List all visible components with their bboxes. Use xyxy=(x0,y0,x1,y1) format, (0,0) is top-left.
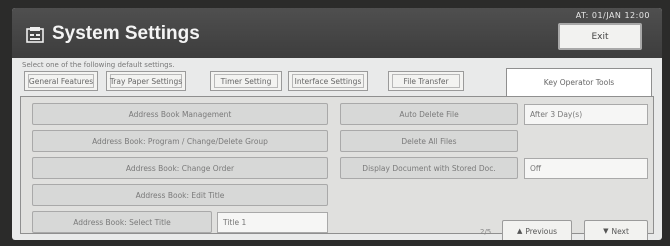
tab-general-features[interactable]: General Features xyxy=(24,71,98,91)
status-text: AT: 01/JAN 12:00 xyxy=(575,11,650,20)
auto-delete-file-value: After 3 Day(s) xyxy=(524,104,648,125)
tab-label: File Transfer xyxy=(392,74,460,88)
page-title: System Settings xyxy=(52,23,200,44)
address-book-group-button[interactable]: Address Book: Program / Change/Delete Gr… xyxy=(32,130,328,152)
settings-icon xyxy=(26,27,44,43)
previous-label: Previous xyxy=(525,226,558,236)
display-document-stored-value: Off xyxy=(524,158,648,179)
touch-screen: AT: 01/JAN 12:00 System Settings Exit Se… xyxy=(12,8,662,240)
page-indicator: 2/5 xyxy=(480,228,492,236)
tab-label: Key Operator Tools xyxy=(543,78,615,87)
tab-interface-settings[interactable]: Interface Settings xyxy=(288,71,368,91)
tab-label: Timer Setting xyxy=(214,74,278,88)
auto-delete-file-button[interactable]: Auto Delete File xyxy=(340,103,518,125)
display-document-stored-button[interactable]: Display Document with Stored Doc. xyxy=(340,157,518,179)
tab-key-operator-tools[interactable]: Key Operator Tools xyxy=(506,68,652,96)
device-bezel: AT: 01/JAN 12:00 System Settings Exit Se… xyxy=(0,0,670,246)
address-book-select-title-button[interactable]: Address Book: Select Title xyxy=(32,211,212,233)
title-bar: AT: 01/JAN 12:00 System Settings Exit xyxy=(12,8,662,58)
tab-timer-setting[interactable]: Timer Setting xyxy=(210,71,282,91)
tab-label: Interface Settings xyxy=(292,74,364,88)
address-book-management-button[interactable]: Address Book Management xyxy=(32,103,328,125)
exit-button[interactable]: Exit xyxy=(558,23,642,50)
tab-file-transfer[interactable]: File Transfer xyxy=(388,71,464,91)
tab-tray-paper-settings[interactable]: Tray Paper Settings xyxy=(106,71,186,91)
tab-label: General Features xyxy=(28,74,94,88)
address-book-edit-title-button[interactable]: Address Book: Edit Title xyxy=(32,184,328,206)
tab-label: Tray Paper Settings xyxy=(110,74,182,88)
next-label: Next xyxy=(611,226,629,236)
delete-all-files-button[interactable]: Delete All Files xyxy=(340,130,518,152)
select-title-value: Title 1 xyxy=(217,212,328,233)
next-button[interactable]: ▼ Next xyxy=(584,220,648,240)
instruction-text: Select one of the following default sett… xyxy=(22,61,175,69)
triangle-down-icon: ▼ xyxy=(603,227,609,235)
triangle-up-icon: ▲ xyxy=(516,227,523,235)
previous-button[interactable]: ▲ Previous xyxy=(502,220,572,240)
address-book-change-order-button[interactable]: Address Book: Change Order xyxy=(32,157,328,179)
